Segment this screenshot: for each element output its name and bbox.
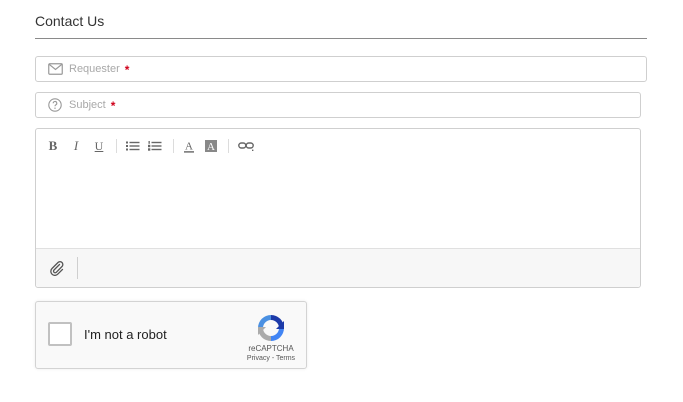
recaptcha-logo-icon: [255, 312, 287, 344]
font-color-button[interactable]: A: [182, 138, 196, 154]
insert-link-button[interactable]: [237, 138, 255, 154]
recaptcha-widget: I'm not a robot reCAPTCHA Privacy - Term…: [35, 301, 307, 369]
numbered-list-button[interactable]: [147, 138, 163, 154]
required-marker: *: [124, 63, 130, 77]
font-color-icon: A: [184, 140, 194, 153]
subject-field[interactable]: Subject *: [35, 92, 641, 118]
editor-toolbar: B I U A A: [46, 138, 255, 154]
paperclip-icon[interactable]: [49, 260, 65, 277]
bullet-list-button[interactable]: [125, 138, 141, 154]
required-marker: *: [110, 99, 116, 113]
question-circle-icon: [47, 97, 63, 113]
background-color-icon: A: [205, 140, 217, 152]
bullet-list-icon: [126, 141, 140, 151]
privacy-link[interactable]: Privacy: [247, 355, 270, 362]
underline-button[interactable]: U: [92, 138, 106, 154]
description-editor: B I U A A: [35, 128, 641, 288]
title-divider: [35, 38, 647, 39]
toolbar-divider: [173, 139, 174, 153]
editor-footer: [36, 248, 640, 287]
link-icon: [238, 142, 254, 151]
requester-field[interactable]: Requester *: [35, 56, 647, 82]
toolbar-divider: [116, 139, 117, 153]
recaptcha-links: Privacy - Terms: [238, 355, 304, 362]
recaptcha-brand: reCAPTCHA: [248, 344, 294, 353]
terms-link[interactable]: Terms: [276, 355, 295, 362]
font-color-letter: A: [185, 140, 193, 152]
toolbar-divider: [228, 139, 229, 153]
requester-placeholder: Requester: [69, 63, 120, 75]
envelope-icon: [47, 61, 63, 77]
numbered-list-icon: [148, 141, 162, 151]
italic-button[interactable]: I: [69, 138, 83, 154]
footer-divider: [77, 257, 78, 279]
background-color-button[interactable]: A: [204, 138, 218, 154]
background-color-letter: A: [207, 141, 215, 152]
recaptcha-checkbox[interactable]: [48, 322, 72, 346]
subject-placeholder: Subject: [69, 99, 106, 111]
page-title: Contact Us: [35, 13, 105, 29]
recaptcha-label: I'm not a robot: [84, 327, 167, 342]
bold-button[interactable]: B: [46, 138, 60, 154]
links-separator: -: [271, 355, 275, 362]
editor-text-area[interactable]: [36, 157, 640, 249]
